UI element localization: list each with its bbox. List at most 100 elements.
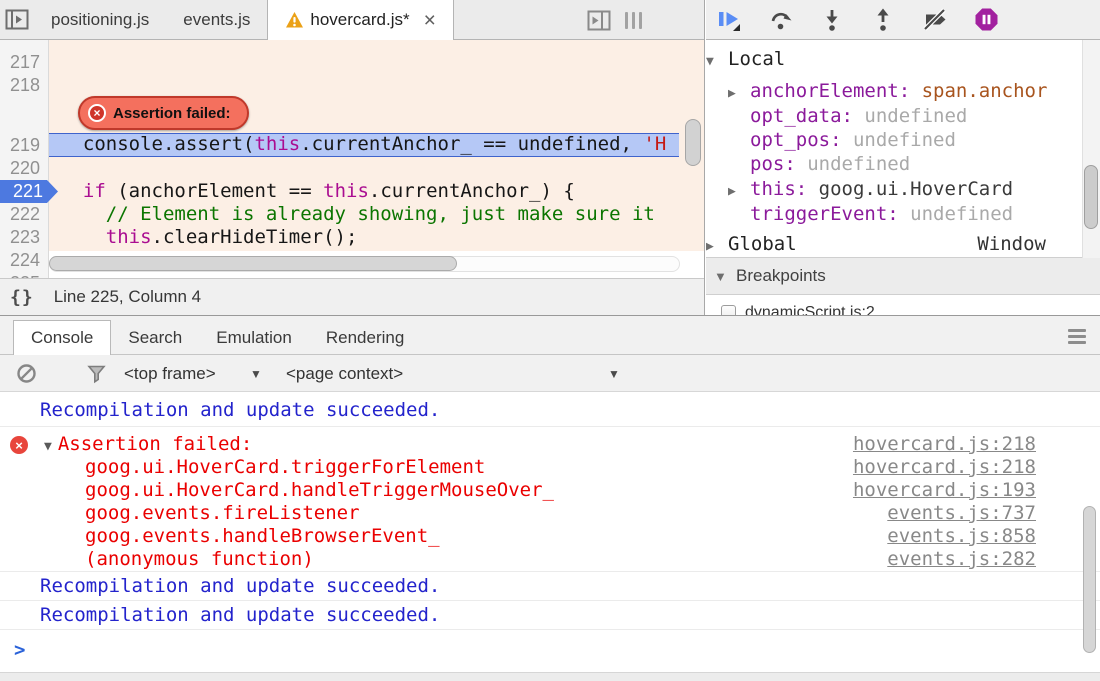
tab-emulation[interactable]: Emulation bbox=[199, 321, 309, 354]
console-message-info: Recompilation and update succeeded. bbox=[0, 393, 1100, 427]
cursor-position-label: Line 225, Column 4 bbox=[54, 287, 201, 307]
editor-vertical-scrollbar[interactable] bbox=[685, 119, 701, 166]
assertion-title-row[interactable]: ▼Assertion failed:hovercard.js:218 bbox=[0, 427, 1100, 456]
bottom-strip bbox=[0, 672, 1100, 681]
show-navigator-icon bbox=[5, 9, 29, 30]
console-prompt[interactable]: > bbox=[0, 630, 1100, 670]
source-link[interactable]: hovercard.js:193 bbox=[853, 479, 1036, 502]
dropdown-arrow-icon: ▼ bbox=[250, 367, 262, 381]
deactivate-breakpoints-button[interactable] bbox=[922, 8, 948, 32]
tab-label: hovercard.js* bbox=[310, 10, 409, 30]
console-messages[interactable]: Recompilation and update succeeded. × ▼A… bbox=[0, 393, 1100, 672]
disclosure-closed-icon[interactable]: ▶ bbox=[728, 81, 750, 106]
frame-selector[interactable]: <top frame> bbox=[124, 355, 216, 392]
breakpoints-label: Breakpoints bbox=[736, 266, 826, 286]
console-scrollbar-thumb[interactable] bbox=[1083, 506, 1096, 653]
scope-var-pos[interactable]: pos: undefined bbox=[706, 152, 1082, 177]
frame-selector-arrow[interactable]: ▼ bbox=[250, 355, 262, 392]
scope-var-opt_pos[interactable]: opt_pos: undefined bbox=[706, 128, 1082, 153]
step-over-button[interactable] bbox=[769, 8, 793, 32]
scrollbar-thumb[interactable] bbox=[1084, 165, 1098, 229]
tab-console[interactable]: Console bbox=[13, 320, 111, 355]
toggle-navigator-button[interactable] bbox=[0, 0, 34, 39]
editor-status-bar: {} Line 225, Column 4 bbox=[0, 278, 704, 315]
assertion-bubble-label: Assertion failed: bbox=[113, 105, 231, 122]
breakpoint-checkbox[interactable] bbox=[721, 305, 736, 315]
line-number[interactable]: 220 bbox=[10, 157, 40, 180]
line-number[interactable]: 219 bbox=[10, 134, 40, 157]
tab-events-js[interactable]: events.js bbox=[166, 0, 267, 39]
line-number-gutter[interactable]: 217 218 219 220 221 222 223 224 225 bbox=[0, 40, 49, 278]
disclosure-open-icon[interactable]: ▼ bbox=[44, 439, 52, 454]
scope-variables-pane: ▼Local ▶anchorElement: span.anchor opt_d… bbox=[706, 40, 1100, 258]
error-icon: × bbox=[88, 104, 106, 122]
clear-icon bbox=[16, 363, 37, 384]
editor-horizontal-scrollbar[interactable] bbox=[49, 256, 680, 272]
source-link[interactable]: events.js:737 bbox=[887, 502, 1036, 525]
tab-hovercard-js[interactable]: hovercard.js* × bbox=[267, 0, 453, 40]
resume-button[interactable] bbox=[716, 8, 742, 32]
tab-search[interactable]: Search bbox=[111, 321, 199, 354]
step-out-button[interactable] bbox=[871, 8, 895, 32]
debugger-toolbar bbox=[706, 0, 1100, 40]
line-number[interactable]: 223 bbox=[10, 226, 40, 249]
source-link[interactable]: hovercard.js:218 bbox=[853, 433, 1036, 456]
line-number[interactable]: 222 bbox=[10, 203, 40, 226]
breakpoints-section-header[interactable]: ▼ Breakpoints bbox=[706, 258, 1100, 295]
tab-rendering[interactable]: Rendering bbox=[309, 321, 421, 354]
disclosure-open-icon[interactable]: ▼ bbox=[706, 49, 728, 74]
execution-line-marker[interactable]: 221 bbox=[0, 180, 58, 203]
console-message-info: Recompilation and update succeeded. bbox=[0, 601, 1100, 630]
filter-button[interactable] bbox=[86, 355, 107, 392]
console-toolbar: <top frame> ▼ <page context> ▼ bbox=[0, 355, 1100, 392]
scope-section-global[interactable]: ▶GlobalWindow bbox=[706, 232, 1082, 257]
scope-var-triggerEvent[interactable]: triggerEvent: undefined bbox=[706, 202, 1082, 227]
close-tab-icon[interactable]: × bbox=[424, 10, 436, 31]
line-number[interactable]: 224 bbox=[10, 249, 40, 272]
pause-on-exceptions-button[interactable] bbox=[975, 8, 998, 31]
console-message-info: Recompilation and update succeeded. bbox=[0, 572, 1100, 601]
scope-var-anchorElement[interactable]: ▶anchorElement: span.anchor bbox=[706, 79, 1082, 104]
context-selector[interactable]: <page context> bbox=[286, 355, 403, 392]
disclosure-closed-icon[interactable]: ▶ bbox=[706, 234, 728, 259]
menu-icon[interactable] bbox=[1068, 329, 1086, 344]
stack-frame-row: (anonymous function)events.js:282 bbox=[0, 548, 1100, 571]
disclosure-closed-icon[interactable]: ▶ bbox=[728, 179, 750, 204]
devtools-window: positioning.js events.js hovercard.js* × bbox=[0, 0, 1100, 681]
source-link[interactable]: hovercard.js:218 bbox=[853, 456, 1036, 479]
stack-frame-row: goog.ui.HoverCard.triggerForElementhover… bbox=[0, 456, 1100, 479]
tab-positioning-js[interactable]: positioning.js bbox=[34, 0, 166, 39]
console-drawer: Console Search Emulation Rendering <top … bbox=[0, 315, 1100, 681]
line-number[interactable]: 218 bbox=[10, 74, 40, 97]
code-line-221: if (anchorElement == this.currentAnchor_… bbox=[60, 180, 679, 203]
stack-frame-row: goog.ui.HoverCard.handleTriggerMouseOver… bbox=[0, 479, 1100, 502]
source-link[interactable]: events.js:858 bbox=[887, 525, 1036, 548]
sidebar-scrollbar[interactable] bbox=[1082, 40, 1100, 258]
tab-label: events.js bbox=[183, 10, 250, 30]
stack-frame-row: goog.events.handleBrowserEvent_events.js… bbox=[0, 525, 1100, 548]
breakpoint-location[interactable]: dynamicScript.js:2 bbox=[745, 304, 875, 316]
pretty-print-icon[interactable]: {} bbox=[10, 287, 34, 308]
code-editor[interactable]: 217 218 219 220 221 222 223 224 225 × As… bbox=[0, 40, 704, 278]
disclosure-open-icon[interactable]: ▼ bbox=[714, 269, 736, 284]
toggle-debugger-sidebar-icon[interactable] bbox=[587, 10, 611, 31]
code-line-219: console.assert(this.currentAnchor_ == un… bbox=[60, 133, 679, 156]
stack-frame-row: goog.events.fireListenerevents.js:737 bbox=[0, 502, 1100, 525]
console-message-assertion: × ▼Assertion failed:hovercard.js:218 goo… bbox=[0, 427, 1100, 572]
drawer-tab-bar: Console Search Emulation Rendering bbox=[0, 316, 1100, 355]
filter-funnel-icon bbox=[86, 363, 107, 384]
scrollbar-thumb[interactable] bbox=[49, 256, 457, 271]
debugger-sidebar: ▼Local ▶anchorElement: span.anchor opt_d… bbox=[706, 0, 1100, 315]
step-into-button[interactable] bbox=[820, 8, 844, 32]
scope-section-local[interactable]: ▼Local bbox=[706, 47, 1082, 72]
drag-grip-icon[interactable] bbox=[625, 12, 642, 29]
source-link[interactable]: events.js:282 bbox=[887, 548, 1036, 571]
clear-console-button[interactable] bbox=[16, 355, 37, 392]
dropdown-arrow-icon: ▼ bbox=[608, 367, 620, 381]
global-value: Window bbox=[977, 232, 1046, 257]
scope-var-this[interactable]: ▶this: goog.ui.HoverCard bbox=[706, 177, 1082, 202]
context-selector-arrow[interactable]: ▼ bbox=[608, 355, 620, 392]
line-number[interactable]: 217 bbox=[10, 51, 40, 74]
breakpoint-entry[interactable]: dynamicScript.js:2 bbox=[706, 300, 1100, 315]
scope-var-opt_data[interactable]: opt_data: undefined bbox=[706, 104, 1082, 129]
